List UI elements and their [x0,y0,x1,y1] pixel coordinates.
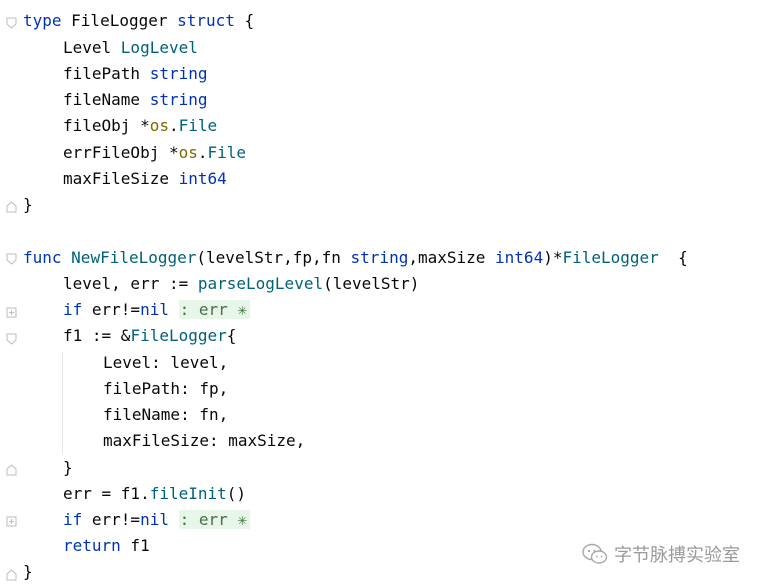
args: (levelStr) [323,274,420,293]
field-name: fileName [63,90,150,109]
wechat-icon [582,543,608,564]
field-name: errFileObj * [63,143,179,162]
fold-icon[interactable] [6,330,17,345]
code-editor[interactable]: type FileLogger struct { Level LogLevel … [0,0,762,587]
code-line: func NewFileLogger(levelStr,fp,fn string… [23,245,688,271]
nil-keyword: nil [140,300,169,319]
package-name: os [178,143,198,162]
folded-block[interactable]: : err ✳ [178,300,251,319]
struct-field: Level: level, [103,353,229,372]
type-name: FileLogger [61,11,178,30]
code-line: maxFileSize int64 [63,166,227,192]
return-type: FileLogger [562,248,659,267]
condition: err!= [82,510,141,529]
keyword: if [63,510,83,529]
field-name: filePath [63,64,150,83]
code-line: f1 := &FileLogger{ [63,323,236,349]
struct-field: fileName: fn, [103,405,229,424]
code-line: if err!=nil : err ✳ [63,297,251,323]
dot: . [168,116,179,135]
keyword: return [63,536,121,555]
fold-icon[interactable] [6,14,17,29]
code-line: } [23,559,33,585]
code-line: err = f1.fileInit() [63,481,246,507]
code-line: maxFileSize: maxSize, [103,428,305,454]
expand-icon[interactable] [6,304,17,318]
watermark: 字节脉搏实验室 [582,541,740,567]
brace: { [234,11,255,30]
keyword: struct [177,11,235,30]
type-name: FileLogger [130,326,227,345]
params: ,maxSize [408,248,496,267]
field-type: File [178,116,218,135]
code-line: Level: level, [103,350,228,376]
code-line: fileName string [63,87,208,113]
brace: } [23,562,33,581]
keyword: func [23,248,62,267]
brace: { [226,326,237,345]
watermark-text: 字节脉搏实验室 [614,545,740,566]
function-name: NewFileLogger [71,248,197,267]
brace: { [658,248,688,267]
param-type: string [350,248,409,267]
field-type: LogLevel [120,38,198,57]
field-type: int64 [178,169,227,188]
function-call: fileInit [149,484,227,503]
brace: } [23,195,33,214]
fold-end-icon[interactable] [6,461,17,476]
code-line: if err!=nil : err ✳ [63,507,251,533]
statement: level, err := [63,274,198,293]
code-line: level, err := parseLogLevel(levelStr) [63,271,419,297]
struct-field: maxFileSize: maxSize, [103,431,306,450]
condition: err!= [82,300,141,319]
code-line: return f1 [63,533,150,559]
field-type: string [149,90,208,109]
field-name: Level [63,38,121,57]
params: )* [543,248,563,267]
field-name: fileObj * [63,116,150,135]
code-line: } [63,455,73,481]
args: () [226,484,247,503]
fold-end-icon[interactable] [6,198,17,213]
code-line: } [23,192,33,218]
code-line: filePath: fp, [103,376,228,402]
folded-block[interactable]: : err ✳ [178,510,251,529]
indent-guide [62,352,63,454]
fold-icon[interactable] [6,250,17,265]
brace: } [63,458,73,477]
field-name: maxFileSize [63,169,179,188]
statement: f1 := & [63,326,131,345]
statement: err = f1. [63,484,150,503]
code-line: fileName: fn, [103,402,228,428]
fold-end-icon[interactable] [6,566,17,581]
code-line: type FileLogger struct { [23,8,254,34]
keyword: if [63,300,83,319]
return-value: f1 [120,536,150,555]
dot: . [197,143,208,162]
code-line: fileObj *os.File [63,113,217,139]
package-name: os [149,116,169,135]
params: (levelStr,fp,fn [196,248,351,267]
code-line: filePath string [63,61,208,87]
code-line: errFileObj *os.File [63,140,246,166]
field-type: string [149,64,208,83]
code-line: Level LogLevel [63,35,198,61]
expand-icon[interactable] [6,513,17,527]
function-call: parseLogLevel [197,274,324,293]
struct-field: filePath: fp, [103,379,229,398]
field-type: File [207,143,247,162]
nil-keyword: nil [140,510,169,529]
param-type: int64 [495,248,544,267]
keyword: type [23,11,62,30]
